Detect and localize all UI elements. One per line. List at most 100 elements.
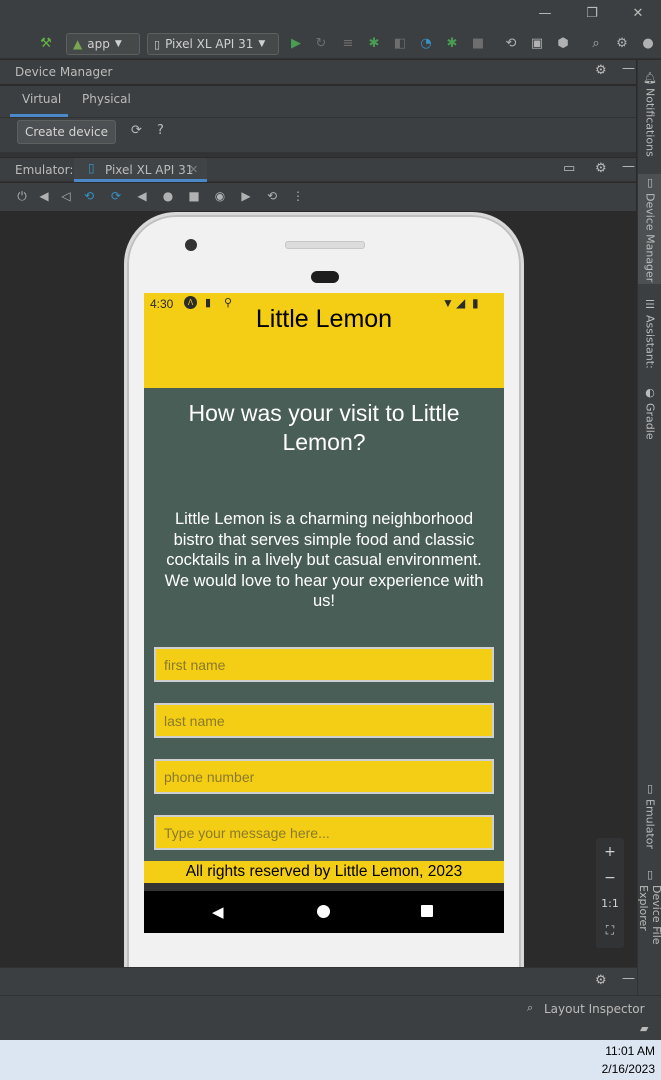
build-hammer-icon[interactable]: ⚒: [38, 36, 54, 52]
first-name-field[interactable]: first name: [154, 647, 494, 682]
rotate-left-icon[interactable]: ⟲: [82, 189, 96, 203]
power-icon[interactable]: ⏻: [15, 189, 29, 203]
minimize-button[interactable]: —: [536, 5, 554, 23]
sidebar-label: Gradle: [643, 403, 657, 440]
tab-physical[interactable]: Physical: [82, 92, 131, 106]
back-icon[interactable]: ◀: [135, 189, 149, 203]
storage-icon: ⚲: [224, 297, 233, 309]
more-options-icon[interactable]: ⋮: [291, 189, 305, 203]
zoom-controls: + − 1:1 ⛶: [596, 838, 624, 948]
sd-card-icon: ▮: [205, 297, 212, 309]
zoom-fit-icon[interactable]: ⛶: [596, 918, 624, 942]
settings-gear-icon[interactable]: ⚙: [595, 63, 607, 78]
taskbar-date[interactable]: 2/16/2023: [602, 1062, 655, 1076]
close-button[interactable]: ✕: [629, 5, 647, 23]
attach-debugger-icon[interactable]: ◧: [392, 36, 408, 52]
sidebar-item-gradle[interactable]: ◐ Gradle: [638, 384, 661, 444]
search-icon[interactable]: ⌕: [588, 36, 604, 52]
close-tab-icon[interactable]: ✕: [189, 163, 198, 176]
phone-icon: ▯: [643, 176, 657, 189]
os-taskbar: 11:01 AM 2/16/2023: [0, 1040, 661, 1080]
sidebar-item-notifications[interactable]: 🔔︎ Notifications: [638, 68, 661, 158]
settings-gear-icon[interactable]: ⚙: [595, 973, 607, 988]
hide-panel-icon[interactable]: —: [622, 159, 635, 174]
phone-number-field[interactable]: phone number: [154, 759, 494, 794]
android-status-bar: 4:30 Λ ▮ ⚲ ▼ ◢ ▮: [144, 293, 504, 315]
profile-icon[interactable]: ◔: [418, 36, 434, 52]
snapshot-icon[interactable]: ⟲: [265, 189, 279, 203]
attach-profiler-icon[interactable]: ✱: [444, 36, 460, 52]
last-name-field[interactable]: last name: [154, 703, 494, 738]
chevron-down-icon: ▼: [114, 39, 122, 49]
maximize-panel-icon[interactable]: ▭: [563, 161, 575, 176]
phone-icon: ▯: [88, 161, 95, 175]
sidebar-item-device-manager[interactable]: ▯ Device Manager: [638, 174, 661, 284]
settings-gear-icon[interactable]: ⚙: [595, 161, 607, 176]
screenshot-camera-icon[interactable]: ◉: [213, 189, 227, 203]
active-tab-indicator: [10, 114, 68, 117]
battery-icon: ▮: [472, 296, 479, 310]
zoom-actual-size-button[interactable]: 1:1: [596, 892, 624, 916]
nav-home-icon[interactable]: [317, 905, 330, 918]
sidebar-item-emulator[interactable]: ▯ Emulator: [638, 780, 661, 850]
bottom-panel-header: ⚙ —: [0, 967, 637, 995]
emulator-controls: ⏻ ◀ ◁ ⟲ ⟳ ◀ ● ■ ◉ ▶ ⟲ ⋮: [0, 183, 636, 211]
nav-back-icon[interactable]: ◀: [212, 903, 224, 921]
event-log-icon[interactable]: ▰: [640, 1022, 648, 1035]
overview-icon[interactable]: ■: [187, 189, 201, 203]
maximize-button[interactable]: ❐: [583, 5, 601, 23]
description-text: Little Lemon is a charming neighborhood …: [164, 510, 484, 610]
emulator-tab[interactable]: ▯ Pixel XL API 31 ✕: [74, 158, 207, 182]
refresh-icon[interactable]: ⟳: [131, 123, 142, 138]
nav-overview-icon[interactable]: [421, 905, 433, 917]
layout-inspector-tab[interactable]: Layout Inspector: [544, 1002, 645, 1016]
front-camera-icon: [185, 239, 197, 251]
apply-changes-icon[interactable]: ↻: [313, 36, 329, 52]
status-bar: ▰: [0, 1020, 661, 1040]
device-manager-tabs: Virtual Physical: [0, 86, 636, 118]
taskbar-time[interactable]: 11:01 AM: [605, 1044, 655, 1058]
proximity-sensor: [311, 271, 339, 283]
status-time: 4:30: [150, 297, 174, 311]
run-icon[interactable]: ▶: [288, 36, 304, 52]
apply-code-changes-icon[interactable]: ≡: [340, 36, 356, 52]
settings-gear-icon[interactable]: ⚙: [614, 36, 630, 52]
sync-gradle-icon[interactable]: ⟲: [503, 36, 519, 52]
create-device-button[interactable]: Create device: [17, 120, 116, 144]
bottom-tool-bar: ⌕ Layout Inspector: [0, 995, 661, 1020]
bell-icon: 🔔︎: [643, 70, 657, 84]
chevron-down-icon: ▼: [258, 39, 266, 49]
sidebar-item-assistant[interactable]: ☰ Assistant:: [638, 296, 661, 369]
rotate-right-icon[interactable]: ⟳: [109, 189, 123, 203]
sidebar-item-device-file-explorer[interactable]: ▯ Device File Explorer: [637, 866, 661, 986]
help-icon[interactable]: ?: [157, 123, 164, 138]
device-manager-title: Device Manager: [15, 65, 113, 79]
volume-up-icon[interactable]: ◀: [37, 189, 51, 203]
run-config-dropdown[interactable]: ▲ app ▼: [66, 33, 140, 55]
message-field[interactable]: Type your message here...: [154, 815, 494, 850]
device-dropdown[interactable]: ▯ Pixel XL API 31 ▼: [147, 33, 279, 55]
zoom-in-button[interactable]: +: [596, 840, 624, 864]
hide-panel-icon[interactable]: —: [622, 61, 635, 76]
tab-virtual[interactable]: Virtual: [22, 92, 61, 106]
debug-icon[interactable]: ✱: [366, 36, 382, 52]
device-manager-icon[interactable]: ▣: [529, 36, 545, 52]
signal-icon: ◢: [456, 296, 466, 310]
volume-down-icon[interactable]: ◁: [59, 189, 73, 203]
device-label: Pixel XL API 31: [165, 37, 254, 51]
footer-text: All rights reserved by Little Lemon, 202…: [144, 861, 504, 883]
right-tool-window-bar: 🔔︎ Notifications ▯ Device Manager ☰ Assi…: [637, 60, 661, 1040]
account-icon[interactable]: ●: [640, 36, 656, 52]
device-manager-header: Device Manager ⚙ —: [0, 60, 636, 84]
android-icon: ▲: [73, 37, 83, 51]
zoom-out-button[interactable]: −: [596, 866, 624, 890]
stop-icon[interactable]: ■: [470, 36, 486, 52]
screen-record-icon[interactable]: ▶: [239, 189, 253, 203]
sdk-manager-icon[interactable]: ⬢: [555, 36, 571, 52]
home-icon[interactable]: ●: [161, 189, 175, 203]
headline-text: How was your visit to Little Lemon?: [188, 400, 460, 455]
phone-icon: ▯: [643, 868, 657, 881]
phone-icon: ▯: [154, 37, 161, 51]
phone-icon: ▯: [643, 782, 657, 795]
hide-panel-icon[interactable]: —: [622, 971, 635, 986]
